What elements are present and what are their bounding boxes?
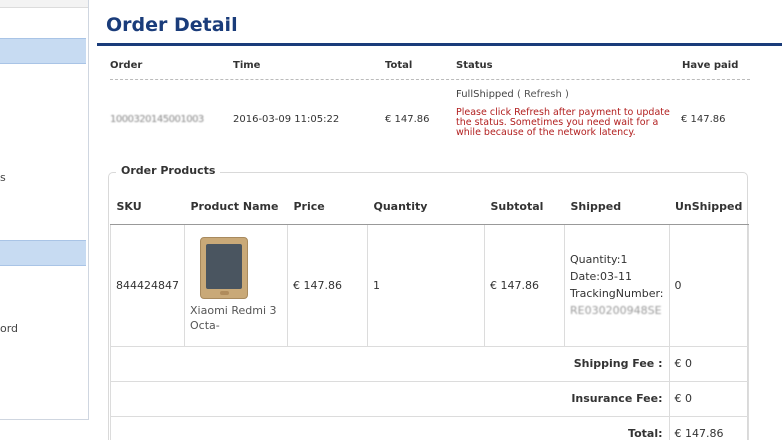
shipping-fee-value: € 0 bbox=[668, 345, 749, 382]
summary-header: Order Time Total Status Have paid bbox=[110, 60, 750, 76]
status-note: Please click Refresh after payment to up… bbox=[456, 107, 670, 138]
col-time: Time bbox=[233, 60, 261, 71]
insurance-fee-value: € 0 bbox=[668, 380, 749, 417]
sidebar-item-label[interactable]: s bbox=[0, 171, 6, 184]
th-subtotal: Subtotal bbox=[484, 190, 565, 225]
product-name-link[interactable]: Xiaomi Redmi 3 Octa- bbox=[190, 303, 282, 333]
order-time: 2016-03-09 11:05:22 bbox=[233, 114, 340, 125]
insurance-fee-label: Insurance Fee: bbox=[110, 380, 670, 417]
shipping-fee-label: Shipping Fee : bbox=[110, 345, 670, 382]
th-sku: SKU bbox=[110, 190, 185, 225]
products-header-row: SKU Product Name Price Quantity Subtotal… bbox=[110, 190, 749, 225]
summary-divider bbox=[110, 79, 750, 80]
cell-unshipped: 0 bbox=[668, 223, 749, 347]
th-product-name: Product Name bbox=[184, 190, 288, 225]
tracking-label: TrackingNumber: bbox=[570, 287, 664, 300]
th-price: Price bbox=[287, 190, 368, 225]
insurance-fee-row: Insurance Fee: € 0 bbox=[110, 380, 749, 417]
refresh-link[interactable]: ( Refresh ) bbox=[517, 89, 569, 100]
phone-screen-shape bbox=[206, 244, 242, 289]
order-products-legend: Order Products bbox=[116, 164, 221, 177]
order-status: FullShipped ( Refresh ) bbox=[456, 89, 569, 100]
cell-subtotal: € 147.86 bbox=[484, 223, 565, 347]
shipping-fee-row: Shipping Fee : € 0 bbox=[110, 345, 749, 382]
th-quantity: Quantity bbox=[367, 190, 485, 225]
order-total: € 147.86 bbox=[385, 114, 430, 125]
shipped-date: Date:03-11 bbox=[570, 270, 632, 283]
shipped-quantity: Quantity:1 bbox=[570, 253, 628, 266]
total-label: Total: bbox=[110, 415, 670, 440]
cell-price: € 147.86 bbox=[287, 223, 368, 347]
sidebar-item-active[interactable] bbox=[0, 240, 86, 266]
col-status: Status bbox=[456, 60, 493, 71]
col-have-paid: Have paid bbox=[682, 60, 739, 71]
left-sidebar: s ord bbox=[0, 0, 89, 420]
phone-button-shape bbox=[220, 291, 229, 295]
sidebar-item-label[interactable]: ord bbox=[0, 322, 18, 335]
th-shipped: Shipped bbox=[564, 190, 669, 225]
order-id[interactable]: 1000320145001003 bbox=[110, 114, 204, 125]
total-row: Total: € 147.86 bbox=[110, 415, 749, 440]
cell-shipped: Quantity:1 Date:03-11 TrackingNumber: RE… bbox=[564, 223, 670, 347]
page-title: Order Detail bbox=[106, 14, 238, 36]
total-value: € 147.86 bbox=[668, 415, 749, 440]
tracking-number[interactable]: RE030200948SE bbox=[570, 302, 664, 319]
th-unshipped: UnShipped bbox=[669, 190, 749, 225]
summary-row: 1000320145001003 2016-03-09 11:05:22 € 1… bbox=[110, 88, 750, 154]
sidebar-item-highlighted[interactable] bbox=[0, 38, 86, 64]
title-divider bbox=[97, 43, 782, 46]
main-content: Order Detail Order Time Total Status Hav… bbox=[97, 0, 782, 440]
table-row: 844424847 Xiaomi Redmi 3 Octa- € 147.86 … bbox=[110, 223, 749, 347]
have-paid-amount: € 147.86 bbox=[681, 114, 726, 125]
col-order: Order bbox=[110, 60, 143, 71]
status-text: FullShipped bbox=[456, 89, 514, 100]
sidebar-top-bar bbox=[0, 0, 88, 8]
col-total: Total bbox=[385, 60, 413, 71]
products-table: SKU Product Name Price Quantity Subtotal… bbox=[110, 190, 749, 440]
product-image[interactable] bbox=[200, 237, 248, 299]
cell-sku: 844424847 bbox=[110, 223, 185, 347]
cell-quantity: 1 bbox=[367, 223, 485, 347]
cell-product: Xiaomi Redmi 3 Octa- bbox=[184, 223, 288, 347]
